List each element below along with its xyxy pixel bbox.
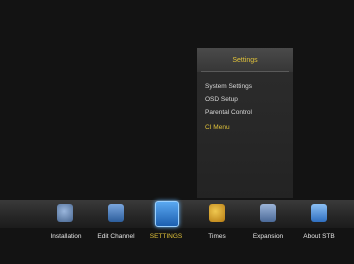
popup-title: Settings — [197, 48, 293, 72]
menu-item-osd-setup[interactable]: OSD Setup — [205, 96, 238, 103]
tv-screen: Settings System Settings OSD Setup Paren… — [0, 0, 354, 264]
menu-label-installation[interactable]: Installation — [50, 233, 81, 240]
main-menu-labels: Installation Edit Channel SETTINGS Times… — [0, 228, 354, 246]
satellite-dish-icon[interactable] — [57, 204, 73, 222]
menu-label-about-stb[interactable]: About STB — [303, 233, 334, 240]
menu-item-system-settings[interactable]: System Settings — [205, 83, 252, 90]
menu-item-parental-control[interactable]: Parental Control — [205, 109, 252, 116]
menu-label-expansion[interactable]: Expansion — [253, 233, 283, 240]
settings-popup: Settings System Settings OSD Setup Paren… — [197, 48, 293, 198]
menu-label-settings[interactable]: SETTINGS — [150, 233, 183, 240]
clock-icon[interactable] — [209, 204, 225, 222]
info-icon[interactable] — [311, 204, 327, 222]
settings-icon[interactable] — [155, 201, 179, 227]
menu-label-times[interactable]: Times — [208, 233, 225, 240]
menu-label-edit-channel[interactable]: Edit Channel — [97, 233, 134, 240]
main-menu-icon-bar — [0, 200, 354, 228]
expansion-icon[interactable] — [260, 204, 276, 222]
menu-item-ci-menu[interactable]: CI Menu — [205, 124, 230, 131]
tv-edit-icon[interactable] — [108, 204, 124, 222]
